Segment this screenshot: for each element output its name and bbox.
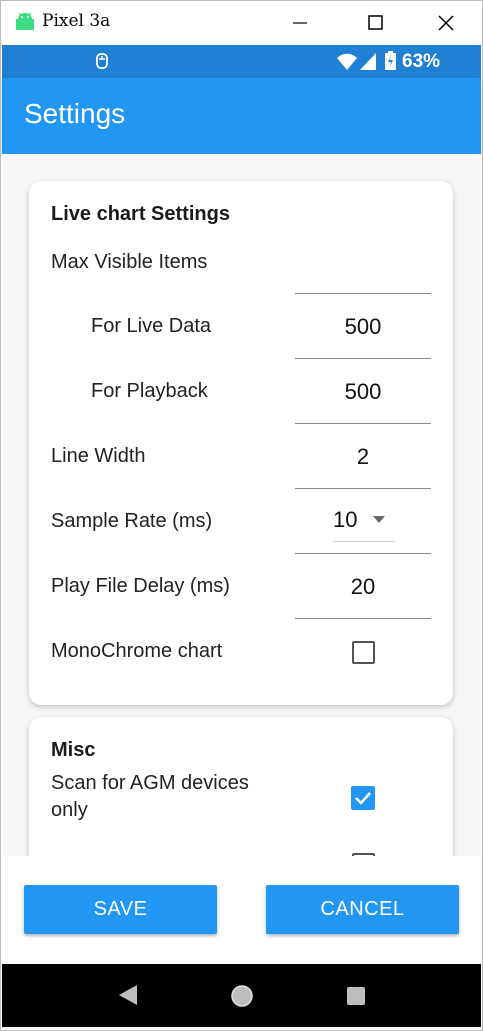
- live-chart-section-title: Live chart Settings: [51, 203, 230, 225]
- playback-field[interactable]: 500: [295, 358, 431, 423]
- minimize-icon[interactable]: [277, 8, 323, 38]
- live-chart-settings-card: Live chart Settings Max Visible Items 50…: [29, 181, 453, 705]
- play-file-delay-label: Play File Delay (ms): [51, 575, 230, 597]
- window-titlebar: Pixel 3a: [0, 0, 483, 46]
- sample-rate-label: Sample Rate (ms): [51, 510, 213, 532]
- line-width-value: 2: [356, 444, 370, 469]
- settings-content[interactable]: Live chart Settings Max Visible Items 50…: [2, 154, 481, 856]
- window-title: Pixel 3a: [42, 11, 111, 31]
- next-setting-checkbox[interactable]: [352, 853, 375, 856]
- line-width-label: Line Width: [51, 445, 146, 467]
- wifi-icon: [337, 53, 357, 70]
- navigation-bar: [2, 964, 481, 1027]
- max-visible-items-label: Max Visible Items: [51, 251, 208, 273]
- play-file-delay-underline: [295, 618, 431, 619]
- sample-rate-dropdown[interactable]: 10: [333, 499, 395, 542]
- for-playback-label: For Playback: [91, 380, 208, 402]
- play-file-delay-field[interactable]: 20: [295, 553, 431, 618]
- sample-rate-value: 10: [333, 507, 358, 532]
- close-icon[interactable]: [423, 8, 469, 38]
- save-button[interactable]: SAVE: [24, 885, 217, 934]
- app-bar: Settings: [2, 78, 481, 154]
- monochrome-checkbox[interactable]: [352, 641, 375, 664]
- status-bar: 63%: [2, 45, 481, 78]
- notification-icon: [96, 53, 108, 69]
- recent-apps-icon[interactable]: [346, 986, 366, 1006]
- signal-icon: [360, 53, 376, 70]
- misc-card: Misc Scan for AGM devices only: [29, 717, 453, 856]
- battery-percentage: 63%: [402, 51, 441, 72]
- live-data-field[interactable]: 500: [295, 293, 431, 358]
- back-icon[interactable]: [117, 984, 139, 1006]
- for-live-data-label: For Live Data: [91, 315, 212, 337]
- line-width-field[interactable]: 2: [295, 423, 431, 488]
- misc-section-title: Misc: [51, 739, 96, 761]
- home-icon[interactable]: [230, 984, 254, 1008]
- chevron-down-icon: [373, 516, 385, 523]
- battery-icon: [385, 51, 396, 70]
- monochrome-chart-label: MonoChrome chart: [51, 640, 223, 662]
- playback-value: 500: [344, 379, 382, 404]
- scan-agm-checkbox[interactable]: [351, 786, 375, 810]
- page-title: Settings: [24, 98, 126, 129]
- play-file-delay-value: 20: [350, 574, 376, 599]
- check-icon: [355, 792, 371, 805]
- scan-agm-label-line1: Scan for AGM devices: [51, 772, 249, 794]
- line-width-underline: [295, 488, 431, 489]
- cancel-button[interactable]: CANCEL: [266, 885, 459, 934]
- maximize-icon[interactable]: [352, 8, 398, 38]
- android-icon: [16, 12, 34, 30]
- live-data-value: 500: [344, 314, 382, 339]
- scan-agm-label-line2: only: [51, 799, 88, 821]
